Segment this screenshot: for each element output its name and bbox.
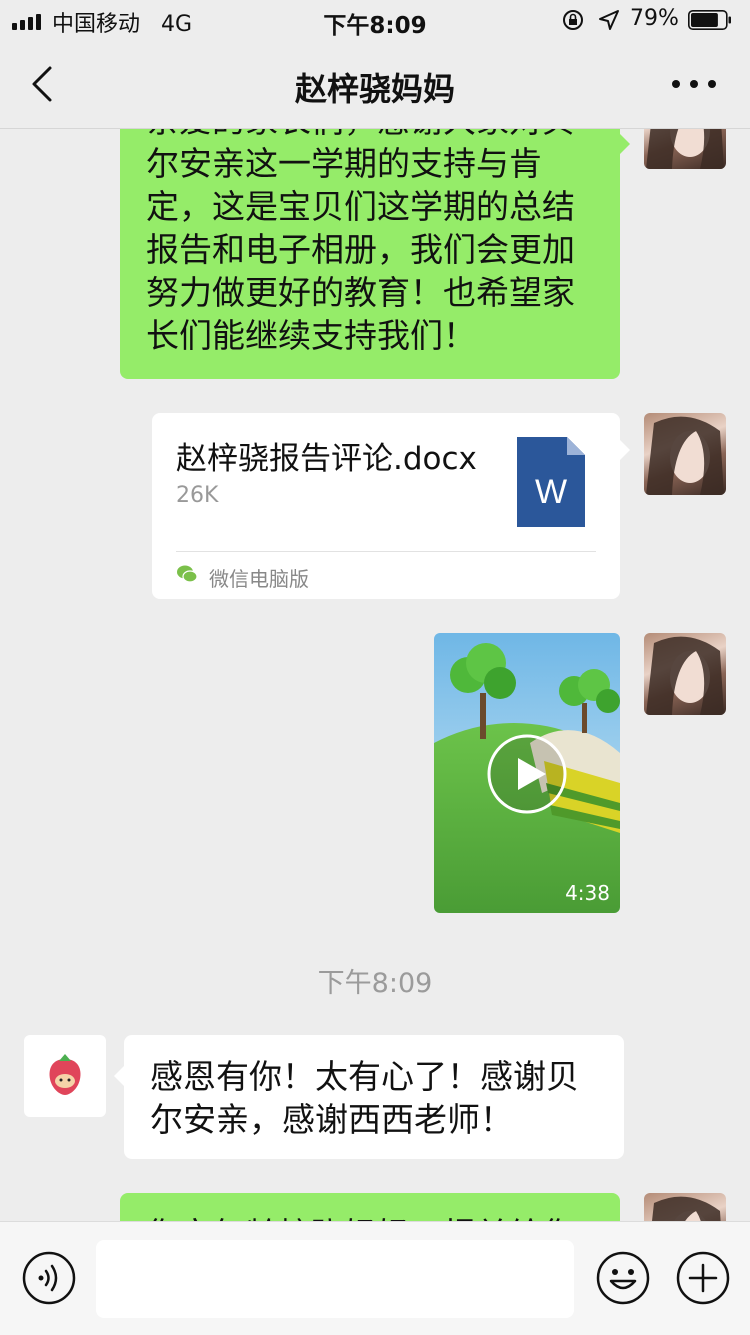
my-avatar[interactable] bbox=[644, 633, 726, 715]
plus-icon[interactable] bbox=[676, 1251, 730, 1305]
message-bubble[interactable]: 亲爱的家长们，感谢大家对贝尔安亲这一学期的支持与肯定，这是宝贝们这学期的总结报告… bbox=[120, 129, 620, 379]
rotation-lock-icon bbox=[563, 10, 583, 30]
file-size: 26K bbox=[176, 483, 219, 508]
message-bubble[interactable]: 您家年龄梓骁妈妈，报关给您 bbox=[120, 1193, 620, 1221]
message-input[interactable] bbox=[96, 1240, 574, 1318]
divider bbox=[176, 551, 596, 552]
play-icon[interactable] bbox=[486, 733, 568, 815]
file-source: 微信电脑版 bbox=[209, 567, 309, 591]
network-type: 4G bbox=[161, 12, 193, 37]
contact-avatar[interactable] bbox=[24, 1035, 106, 1117]
svg-text:W: W bbox=[535, 473, 567, 511]
word-doc-icon: W bbox=[517, 437, 585, 527]
emoji-icon[interactable] bbox=[596, 1251, 650, 1305]
avatar-photo bbox=[646, 636, 724, 715]
video-duration: 4:38 bbox=[565, 881, 610, 905]
avatar-photo bbox=[646, 129, 724, 169]
video-message[interactable]: 4:38 bbox=[434, 633, 620, 913]
avatar-photo bbox=[652, 1196, 721, 1221]
more-dots-icon[interactable] bbox=[668, 68, 720, 100]
strawberry-avatar-icon bbox=[49, 1054, 81, 1095]
wechat-icon bbox=[177, 565, 198, 583]
message-text: 亲爱的家长们，感谢大家对贝尔安亲这一学期的支持与肯定，这是宝贝们这学期的总结报告… bbox=[146, 129, 575, 355]
signal-icon bbox=[12, 12, 41, 30]
message-list[interactable]: 亲爱的家长们，感谢大家对贝尔安亲这一学期的支持与肯定，这是宝贝们这学期的总结报告… bbox=[0, 129, 750, 1221]
file-name: 赵梓骁报告评论.docx bbox=[176, 441, 477, 477]
bubble-tail bbox=[619, 439, 630, 461]
my-avatar[interactable] bbox=[644, 1193, 726, 1221]
carrier-name: 中国移动 bbox=[52, 12, 141, 37]
battery-icon bbox=[688, 10, 731, 30]
message-text: 感恩有你！太有心了！感谢贝尔安亲，感谢西西老师！ bbox=[150, 1057, 579, 1139]
message-bubble[interactable]: 感恩有你！太有心了！感谢贝尔安亲，感谢西西老师！ bbox=[124, 1035, 624, 1159]
chat-timestamp: 下午8:09 bbox=[317, 968, 433, 999]
my-avatar[interactable] bbox=[644, 129, 726, 169]
input-toolbar bbox=[0, 1221, 750, 1335]
avatar-photo bbox=[646, 416, 724, 495]
voice-icon[interactable] bbox=[22, 1251, 76, 1305]
location-icon bbox=[599, 10, 619, 30]
chat-header: 赵梓骁妈妈 bbox=[0, 40, 750, 129]
bubble-tail bbox=[619, 133, 630, 155]
message-text: 您家年龄梓骁妈妈，报关给您 bbox=[146, 1213, 594, 1221]
file-message[interactable]: 赵梓骁报告评论.docx 26K W 微信电脑版 bbox=[152, 413, 620, 599]
back-icon[interactable] bbox=[24, 62, 64, 106]
my-avatar[interactable] bbox=[644, 413, 726, 495]
battery-percent: 79% bbox=[630, 6, 679, 31]
carrier-label: 中国移动 4G bbox=[52, 6, 192, 38]
status-bar: 中国移动 4G 下午8:09 79% bbox=[0, 0, 750, 40]
chat-title: 赵梓骁妈妈 bbox=[294, 70, 455, 108]
